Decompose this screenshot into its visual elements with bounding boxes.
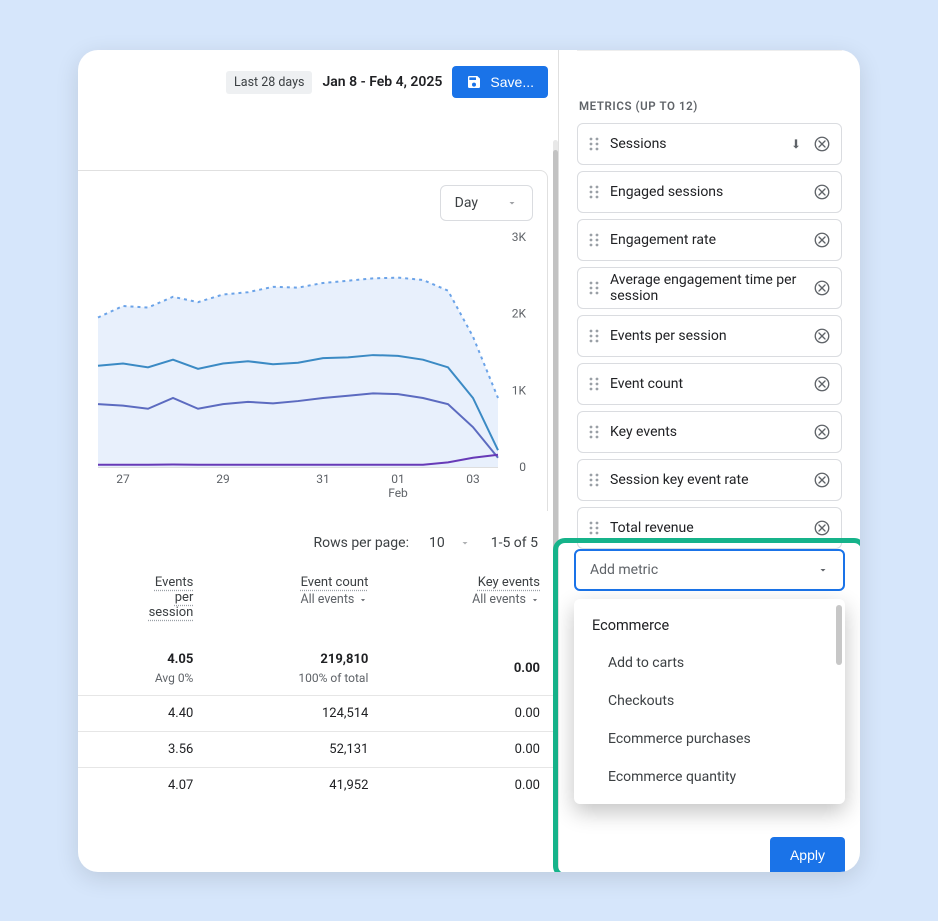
remove-icon[interactable] <box>813 519 831 537</box>
metric-pill[interactable]: Engagement rate <box>577 219 842 261</box>
pagination-range: 1-5 of 5 <box>491 535 538 551</box>
metric-pill[interactable]: Event count <box>577 363 842 405</box>
drag-handle-icon[interactable] <box>588 233 600 247</box>
chevron-down-icon <box>530 595 540 605</box>
metric-label: Events per session <box>610 328 803 344</box>
apply-button[interactable]: Apply <box>770 837 845 872</box>
save-icon <box>466 74 482 90</box>
metric-pill[interactable]: Engaged sessions <box>577 171 842 213</box>
drag-handle-icon[interactable] <box>588 281 600 295</box>
remove-icon[interactable] <box>813 135 831 153</box>
add-metric-menu[interactable]: Ecommerce Add to cartsCheckoutsEcommerce… <box>574 599 845 804</box>
line-chart: 0 1K 2K 3K 27 29 31 01Feb 03 <box>92 231 532 501</box>
drag-handle-icon[interactable] <box>588 137 600 151</box>
save-button[interactable]: Save... <box>452 66 548 98</box>
drag-handle-icon[interactable] <box>588 377 600 391</box>
drag-handle-icon[interactable] <box>588 329 600 343</box>
svg-text:31: 31 <box>316 472 330 486</box>
add-metric-select[interactable]: Add metric <box>574 549 845 591</box>
column-header[interactable]: Event countAll events <box>211 569 386 626</box>
remove-icon[interactable] <box>813 231 831 249</box>
chevron-down-icon <box>506 197 518 209</box>
svg-text:3K: 3K <box>512 231 527 244</box>
svg-text:29: 29 <box>216 472 230 486</box>
table-row[interactable]: 4.0741,9520.00 <box>78 768 558 804</box>
svg-text:0: 0 <box>519 460 526 474</box>
rows-per-page-label: Rows per page: <box>313 535 408 551</box>
drag-handle-icon[interactable] <box>588 473 600 487</box>
metric-label: Average engagement time per session <box>610 272 803 304</box>
drag-handle-icon[interactable] <box>588 425 600 439</box>
menu-option[interactable]: Ecommerce purchases <box>574 720 845 758</box>
menu-group-label: Ecommerce <box>574 613 845 644</box>
remove-icon[interactable] <box>813 279 831 297</box>
menu-scrollbar[interactable] <box>836 605 842 665</box>
metric-label: Engagement rate <box>610 232 803 248</box>
metric-label: Total revenue <box>610 520 803 536</box>
metrics-section-title: Metrics (up to 12) <box>577 50 842 123</box>
chevron-down-icon <box>817 564 829 576</box>
svg-text:01: 01 <box>391 472 405 486</box>
metric-pill[interactable]: Sessions <box>577 123 842 165</box>
svg-text:Feb: Feb <box>388 486 408 500</box>
metric-label: Key events <box>610 424 803 440</box>
column-header[interactable]: Eventspersession <box>78 569 211 626</box>
svg-text:03: 03 <box>466 472 480 486</box>
menu-option[interactable]: Add to carts <box>574 644 845 682</box>
granularity-select[interactable]: Day <box>440 185 533 221</box>
table-row[interactable]: 3.5652,1310.00 <box>78 732 558 768</box>
metric-pill[interactable]: Key events <box>577 411 842 453</box>
remove-icon[interactable] <box>813 471 831 489</box>
svg-text:27: 27 <box>116 472 130 486</box>
metric-label: Engaged sessions <box>610 184 803 200</box>
remove-icon[interactable] <box>813 423 831 441</box>
svg-text:1K: 1K <box>512 383 527 397</box>
metric-label: Sessions <box>610 136 777 152</box>
drag-handle-icon[interactable] <box>588 185 600 199</box>
metric-pill[interactable]: Events per session <box>577 315 842 357</box>
highlight-frame: Add metric Ecommerce Add to cartsCheckou… <box>553 538 860 872</box>
drag-handle-icon[interactable] <box>588 521 600 535</box>
menu-option[interactable]: Checkouts <box>574 682 845 720</box>
remove-icon[interactable] <box>813 183 831 201</box>
metric-pill[interactable]: Average engagement time per session <box>577 267 842 309</box>
menu-option[interactable]: Ecommerce quantity <box>574 758 845 796</box>
date-range-text[interactable]: Jan 8 - Feb 4, 2025 <box>322 74 442 90</box>
metric-pill[interactable]: Session key event rate <box>577 459 842 501</box>
column-header[interactable]: Key eventsAll events <box>386 569 558 626</box>
chart-card: Day 0 1K 2K 3K 27 29 31 01Feb 03 <box>78 170 548 511</box>
metric-label: Session key event rate <box>610 472 803 488</box>
remove-icon[interactable] <box>813 375 831 393</box>
remove-icon[interactable] <box>813 327 831 345</box>
chevron-down-icon <box>459 537 471 549</box>
date-range-chip[interactable]: Last 28 days <box>226 71 312 94</box>
data-table: EventspersessionEvent countAll events Ke… <box>78 569 558 803</box>
metric-label: Event count <box>610 376 803 392</box>
chevron-down-icon <box>358 595 368 605</box>
table-row[interactable]: 4.40124,5140.00 <box>78 696 558 732</box>
svg-text:2K: 2K <box>512 307 527 321</box>
rows-per-page-select[interactable]: 10 <box>429 535 471 551</box>
sort-desc-icon[interactable] <box>789 137 803 151</box>
